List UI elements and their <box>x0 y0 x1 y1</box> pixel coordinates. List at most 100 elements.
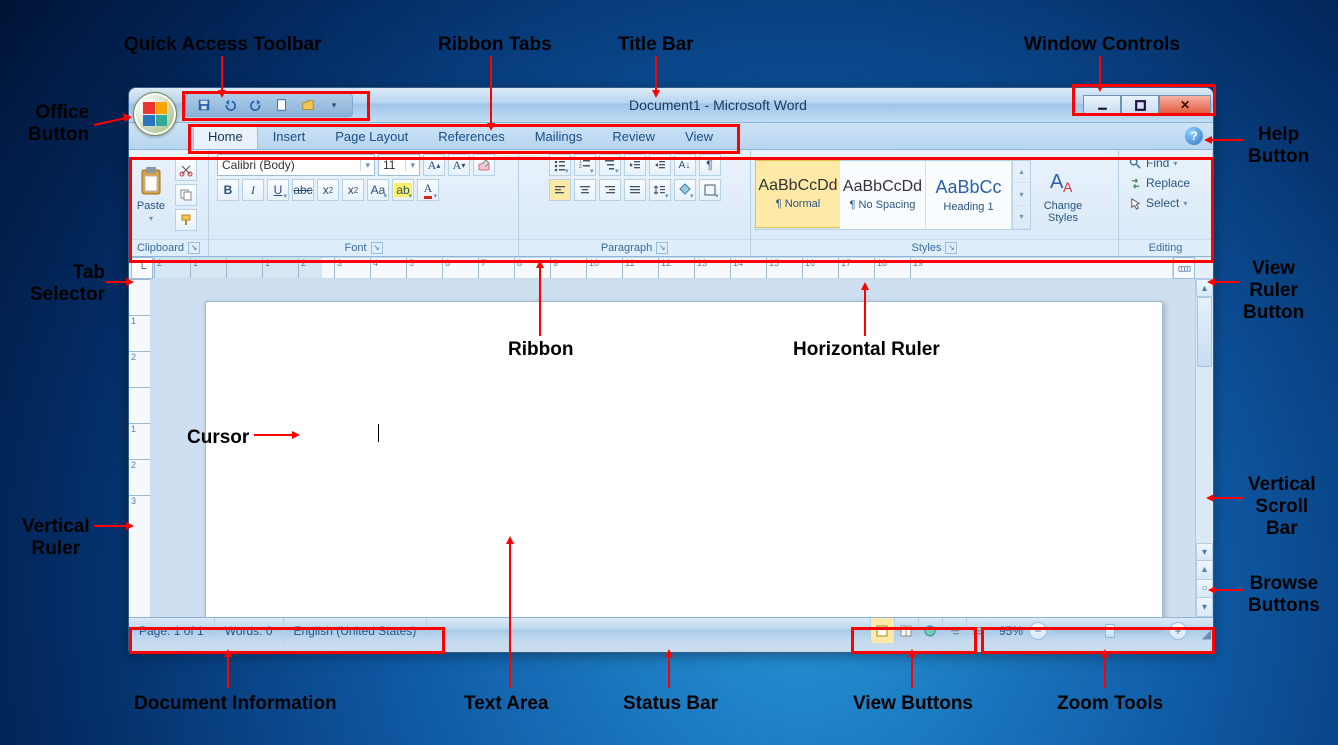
show-marks-button[interactable]: ¶ <box>699 154 721 176</box>
tab-references[interactable]: References <box>423 124 519 149</box>
browse-prev[interactable]: ▴ <box>1196 561 1213 580</box>
select-button[interactable]: Select ▾ <box>1127 194 1189 212</box>
word-window: ▾ Document1 - Microsoft Word ✕ Home Inse… <box>128 87 1214 653</box>
subscript-button[interactable]: x2 <box>317 179 339 201</box>
tab-view[interactable]: View <box>670 124 728 149</box>
close-button[interactable]: ✕ <box>1159 95 1211 115</box>
qat-customize-icon[interactable]: ▾ <box>326 97 342 113</box>
replace-icon <box>1129 177 1142 190</box>
view-web-layout[interactable] <box>918 618 942 643</box>
browse-select[interactable]: ○ <box>1196 580 1213 599</box>
format-painter-button[interactable] <box>175 209 197 231</box>
view-full-screen[interactable] <box>894 618 918 643</box>
clipboard-launcher[interactable]: ↘ <box>188 242 200 254</box>
zoom-out-button[interactable]: − <box>1029 622 1047 640</box>
scroll-thumb[interactable] <box>1197 297 1212 367</box>
zoom-in-button[interactable]: + <box>1169 622 1187 640</box>
highlight-button[interactable]: ab <box>392 179 414 201</box>
paragraph-launcher[interactable]: ↘ <box>656 242 668 254</box>
paste-label: Paste <box>137 200 165 212</box>
page[interactable] <box>205 301 1163 617</box>
annot-help-button: HelpButton <box>1248 124 1309 168</box>
cut-button[interactable] <box>175 159 197 181</box>
italic-button[interactable]: I <box>242 179 264 201</box>
annot-title-bar: Title Bar <box>618 34 694 56</box>
superscript-button[interactable]: x2 <box>342 179 364 201</box>
status-words[interactable]: Words: 0 <box>215 618 284 643</box>
tab-page-layout[interactable]: Page Layout <box>320 124 423 149</box>
tab-selector[interactable]: └ <box>131 257 153 279</box>
zoom-slider-track[interactable] <box>1053 629 1163 633</box>
scroll-down-button[interactable]: ▾ <box>1196 543 1213 561</box>
help-button[interactable]: ? <box>1185 127 1203 145</box>
office-logo-icon <box>143 102 167 126</box>
tab-review[interactable]: Review <box>597 124 670 149</box>
shrink-font-button[interactable]: A▾ <box>448 154 470 176</box>
case-button[interactable]: Aa <box>367 179 389 201</box>
style-scroll-down[interactable]: ▾ <box>1013 183 1030 206</box>
sort-button[interactable]: A↓ <box>674 154 696 176</box>
justify-button[interactable] <box>624 179 646 201</box>
change-styles-icon: AA <box>1047 166 1079 198</box>
view-outline[interactable] <box>942 618 966 643</box>
indent-inc-button[interactable] <box>649 154 671 176</box>
shading-button[interactable] <box>674 179 696 201</box>
indent-dec-button[interactable] <box>624 154 646 176</box>
minimize-button[interactable] <box>1083 95 1121 115</box>
underline-button[interactable]: U <box>267 179 289 201</box>
style-normal[interactable]: AaBbCcDd¶ Normal <box>755 160 841 228</box>
align-right-button[interactable] <box>599 179 621 201</box>
line-spacing-button[interactable] <box>649 179 671 201</box>
align-left-button[interactable] <box>549 179 571 201</box>
new-icon[interactable] <box>274 97 290 113</box>
scroll-track[interactable] <box>1196 297 1213 543</box>
font-size-combo[interactable]: 11▾ <box>378 154 420 176</box>
vertical-ruler[interactable]: 12123 <box>129 279 151 617</box>
strike-button[interactable]: abc <box>292 179 314 201</box>
borders-button[interactable] <box>699 179 721 201</box>
office-button[interactable] <box>133 92 177 136</box>
scroll-up-button[interactable]: ▴ <box>1196 279 1213 297</box>
paste-button[interactable]: Paste▾ <box>129 162 173 227</box>
view-print-layout[interactable] <box>870 618 894 643</box>
resize-grip[interactable]: ◢ <box>1195 618 1213 643</box>
zoom-slider-thumb[interactable] <box>1105 624 1115 638</box>
redo-icon[interactable] <box>248 97 264 113</box>
styles-launcher[interactable]: ↘ <box>945 242 957 254</box>
style-scroll-up[interactable]: ▴ <box>1013 161 1030 184</box>
view-ruler-button[interactable] <box>1173 257 1195 279</box>
copy-button[interactable] <box>175 184 197 206</box>
maximize-button[interactable] <box>1121 95 1159 115</box>
replace-button[interactable]: Replace <box>1127 174 1192 192</box>
font-color-button[interactable]: A <box>417 179 439 201</box>
tab-home[interactable]: Home <box>193 124 258 149</box>
style-heading1[interactable]: AaBbCcHeading 1 <box>926 161 1012 229</box>
tab-mailings[interactable]: Mailings <box>520 124 598 149</box>
save-icon[interactable] <box>196 97 212 113</box>
numbering-button[interactable]: 12 <box>574 154 596 176</box>
change-styles-button[interactable]: AA Change Styles <box>1031 162 1095 228</box>
font-group-label: Font <box>344 242 366 254</box>
align-center-button[interactable] <box>574 179 596 201</box>
zoom-value[interactable]: 95% <box>999 624 1023 638</box>
window-title: Document1 - Microsoft Word <box>353 97 1083 113</box>
style-no-spacing[interactable]: AaBbCcDd¶ No Spacing <box>840 161 926 229</box>
find-button[interactable]: Find ▾ <box>1127 154 1179 172</box>
multilevel-button[interactable] <box>599 154 621 176</box>
font-launcher[interactable]: ↘ <box>371 242 383 254</box>
clear-format-button[interactable] <box>473 154 495 176</box>
style-expand[interactable]: ▾ <box>1013 206 1030 229</box>
styles-group-label: Styles <box>912 242 942 254</box>
status-lang[interactable]: English (United States) <box>284 618 428 643</box>
bold-button[interactable]: B <box>217 179 239 201</box>
bullets-button[interactable] <box>549 154 571 176</box>
horizontal-ruler[interactable]: 2112345678910111213141516171819 <box>153 257 1173 279</box>
tab-insert[interactable]: Insert <box>258 124 321 149</box>
undo-icon[interactable] <box>222 97 238 113</box>
status-page[interactable]: Page: 1 of 1 <box>129 618 215 643</box>
font-family-combo[interactable]: Calibri (Body)▾ <box>217 154 375 176</box>
grow-font-button[interactable]: A▴ <box>423 154 445 176</box>
browse-next[interactable]: ▾ <box>1196 598 1213 617</box>
open-icon[interactable] <box>300 97 316 113</box>
view-draft[interactable] <box>966 618 990 643</box>
